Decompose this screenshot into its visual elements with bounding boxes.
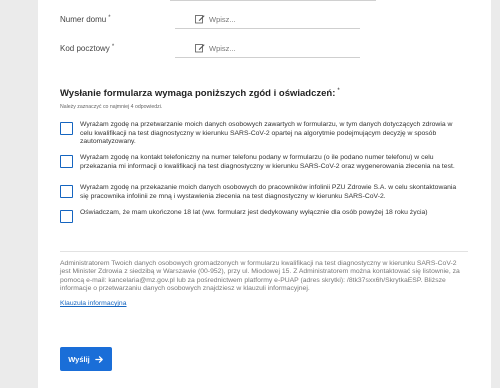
section-divider — [60, 251, 468, 252]
house-number-label: Numer domu * — [60, 15, 111, 24]
consent-checkbox-phone-contact[interactable] — [60, 155, 73, 168]
postal-code-row: Kod pocztowy * Wpisz... — [60, 39, 460, 61]
required-mark: * — [108, 15, 111, 21]
consent-checkbox-processing[interactable] — [60, 122, 73, 135]
consents-title: Wysłanie formularza wymaga poniższych zg… — [60, 88, 340, 99]
top-input-underline — [170, 0, 376, 1]
consent-text-processing: Wyrażam zgodę na przetwarzanie moich dan… — [80, 121, 453, 146]
data-administrator-note: Administratorem Twoich danych osobowych … — [60, 260, 460, 293]
required-mark: * — [337, 88, 340, 94]
postal-code-placeholder: Wpisz... — [209, 43, 236, 53]
consent-text-age: Oświadczam, że mam ukończone 18 lat (ww.… — [80, 209, 428, 216]
information-clause-link[interactable]: Klauzula informacyjna — [60, 300, 127, 307]
house-number-row: Numer domu * Wpisz... — [60, 10, 460, 32]
edit-icon — [195, 44, 205, 53]
house-number-label-text: Numer domu — [60, 15, 107, 24]
consent-checkbox-data-transfer[interactable] — [60, 185, 73, 198]
consent-text-data-transfer: Wyrażam zgodę na przekazanie moich danyc… — [80, 184, 457, 200]
postal-code-input[interactable]: Wpisz... — [175, 39, 360, 58]
house-number-input[interactable]: Wpisz... — [175, 10, 360, 29]
arrow-right-icon — [95, 355, 103, 363]
consent-checkbox-age[interactable] — [60, 210, 73, 223]
consents-hint: Należy zaznaczyć co najmniej 4 odpowiedz… — [60, 104, 163, 110]
house-number-placeholder: Wpisz... — [209, 14, 236, 24]
form-card: Numer domu * Wpisz... Kod pocztowy * Wpisz… — [38, 0, 491, 388]
postal-code-label-text: Kod pocztowy — [60, 44, 110, 53]
edit-icon — [195, 15, 205, 24]
consent-text-phone-contact: Wyrażam zgodę na kontakt telefoniczny na… — [80, 154, 455, 170]
submit-button-label: Wyślij — [68, 354, 90, 364]
submit-button[interactable]: Wyślij — [60, 347, 112, 371]
consents-title-text: Wysłanie formularza wymaga poniższych zg… — [60, 88, 336, 99]
postal-code-label: Kod pocztowy * — [60, 44, 114, 53]
required-mark: * — [111, 44, 115, 50]
